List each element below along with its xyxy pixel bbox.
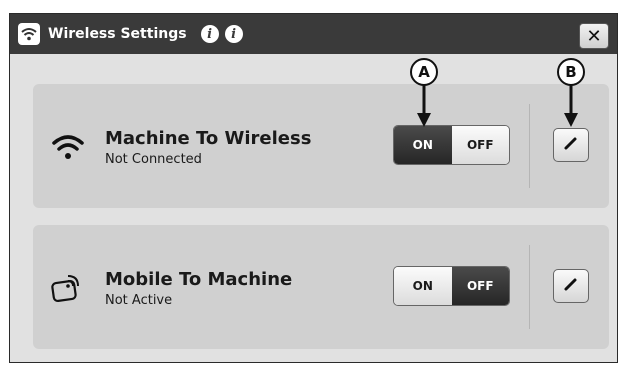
edit-button[interactable] [553,269,589,303]
info-icon[interactable]: i [224,25,243,43]
row-status: Not Active [105,293,173,308]
pencil-icon [563,276,579,296]
toggle-on[interactable]: ON [394,267,452,305]
dialog-title: Wireless Settings [48,26,187,42]
mobile-to-machine-panel: Mobile To Machine Not Active ON OFF [33,225,609,349]
callout-b-arrow [564,85,578,127]
divider [529,104,530,188]
info-icon[interactable]: i [200,25,219,43]
callout-a-arrow [417,85,431,127]
row-status: Not Connected [105,152,202,167]
toggle-off[interactable]: OFF [451,267,509,305]
wifi-icon [51,131,85,163]
wifi-icon [18,23,40,45]
on-off-toggle[interactable]: ON OFF [393,125,510,165]
close-button[interactable]: ✕ [579,23,609,49]
row-title: Machine To Wireless [105,128,312,149]
machine-to-wireless-panel: Machine To Wireless Not Connected ON OFF [33,84,609,208]
close-icon: ✕ [586,25,602,47]
divider [529,245,530,329]
row-title: Mobile To Machine [105,269,293,290]
pencil-icon [563,135,579,155]
toggle-on[interactable]: ON [394,126,452,164]
callout-b: B [557,58,585,86]
mobile-wireless-icon [51,272,85,304]
wireless-settings-dialog: Wireless Settings i i ✕ Machine To Wirel… [9,13,618,363]
title-bar: Wireless Settings i i ✕ [10,14,617,54]
toggle-off[interactable]: OFF [451,126,509,164]
callout-a: A [410,58,438,86]
edit-button[interactable] [553,128,589,162]
on-off-toggle[interactable]: ON OFF [393,266,510,306]
